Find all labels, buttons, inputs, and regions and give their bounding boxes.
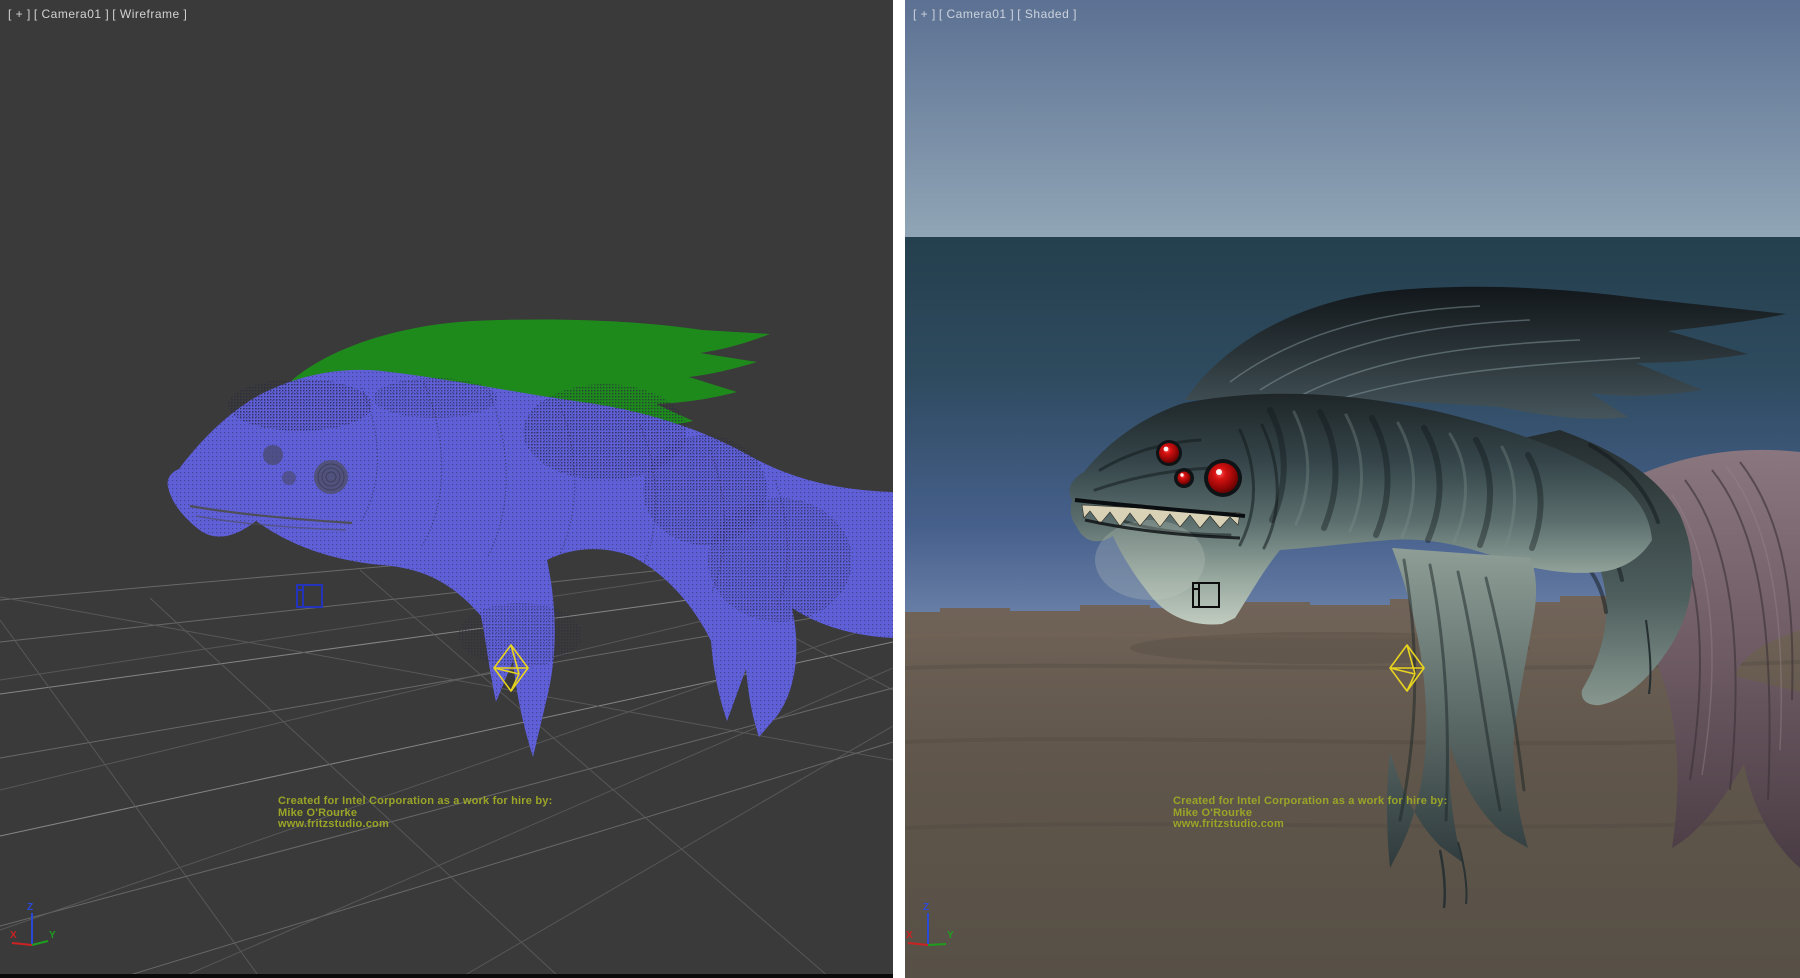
- credit-text-object[interactable]: Created for Intel Corporation as a work …: [1173, 796, 1493, 831]
- viewport-wireframe[interactable]: Z X Y [ + ][ Camera01 ][ Wireframe ] Cre…: [0, 0, 893, 978]
- box-helper[interactable]: [297, 585, 322, 607]
- credit-text-object[interactable]: Created for Intel Corporation as a work …: [278, 796, 598, 831]
- credit-line-3: www.fritzstudio.com: [278, 819, 598, 831]
- wireframe-fish[interactable]: [168, 370, 893, 757]
- axis-tripod: Z X Y: [10, 902, 56, 945]
- credit-line-1: Created for Intel Corporation as a work …: [278, 796, 598, 808]
- viewport-menu-plus[interactable]: [ + ]: [8, 7, 31, 21]
- credit-line-3: www.fritzstudio.com: [1173, 819, 1493, 831]
- axis-x-label: X: [10, 930, 17, 941]
- axis-z-label: Z: [923, 902, 929, 913]
- viewport-menu-plus[interactable]: [ + ]: [913, 7, 936, 21]
- viewport-menu-shading[interactable]: [ Wireframe ]: [112, 7, 187, 21]
- viewport-label-wireframe: [ + ][ Camera01 ][ Wireframe ]: [8, 7, 190, 21]
- viewport-shaded[interactable]: Z X Y [ + ][ Camera01 ][ Shaded ] Create…: [905, 0, 1800, 978]
- axis-z-label: Z: [27, 902, 33, 913]
- viewport-divider[interactable]: [893, 0, 905, 978]
- viewport-label-shaded: [ + ][ Camera01 ][ Shaded ]: [913, 7, 1080, 21]
- viewport-menu-shading[interactable]: [ Shaded ]: [1017, 7, 1077, 21]
- axis-x-label: X: [906, 930, 913, 941]
- wireframe-scene: Z X Y: [0, 0, 893, 978]
- shaded-scene: Z X Y: [905, 0, 1800, 978]
- axis-y-label: Y: [49, 930, 56, 941]
- dual-viewport-stage: Z X Y [ + ][ Camera01 ][ Wireframe ] Cre…: [0, 0, 1800, 978]
- viewport-menu-camera[interactable]: [ Camera01 ]: [34, 7, 109, 21]
- viewport-menu-camera[interactable]: [ Camera01 ]: [939, 7, 1014, 21]
- credit-line-1: Created for Intel Corporation as a work …: [1173, 796, 1493, 808]
- axis-y-label: Y: [947, 930, 954, 941]
